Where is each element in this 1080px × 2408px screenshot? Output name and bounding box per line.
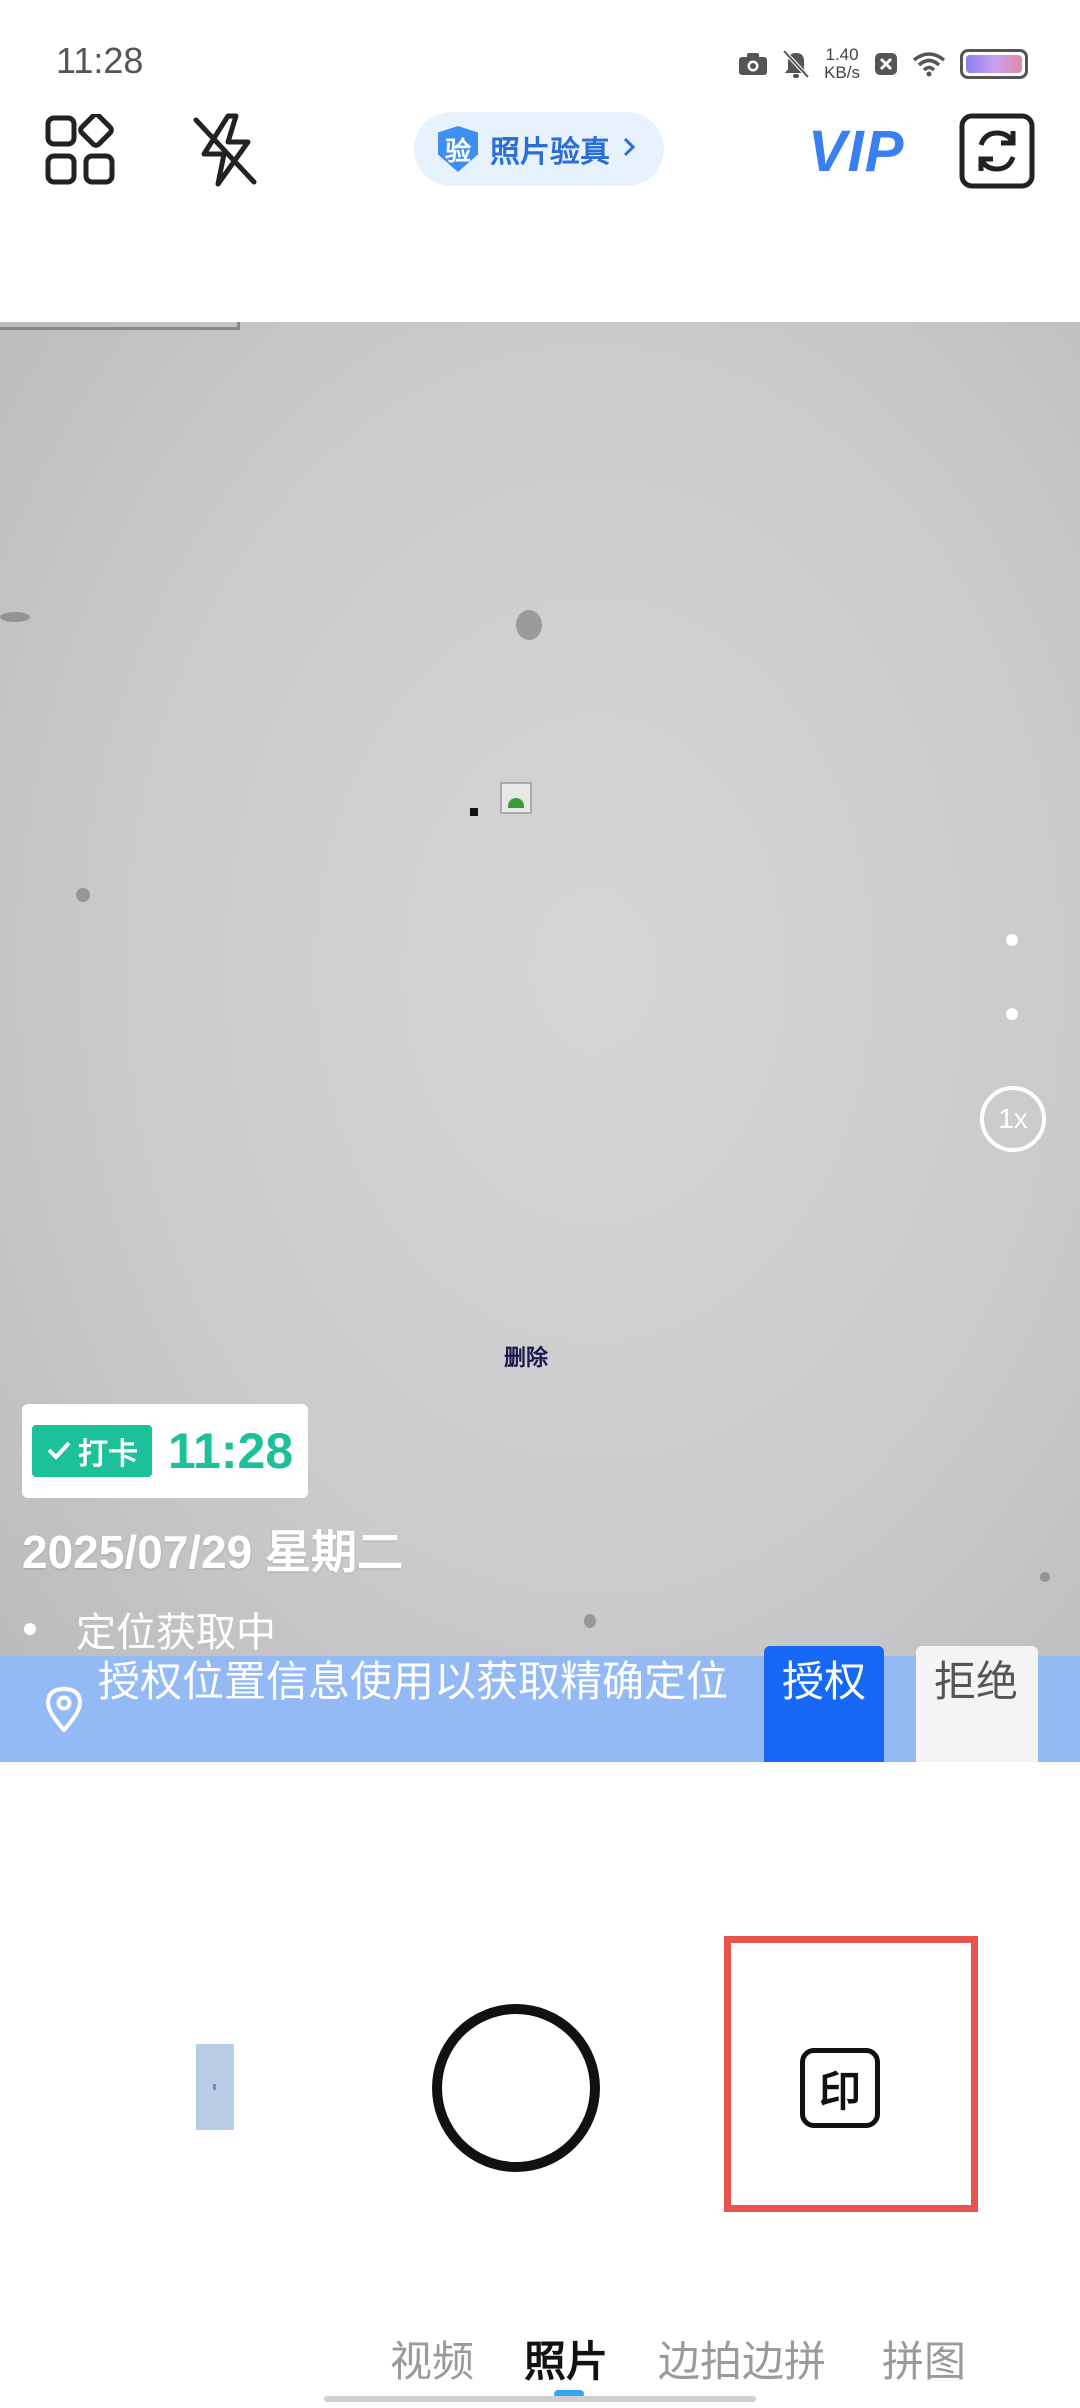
net-speed-unit: KB/s bbox=[824, 63, 860, 82]
wifi-icon bbox=[912, 51, 946, 77]
delete-label[interactable]: 删除 bbox=[504, 1340, 548, 1372]
grid-apps-icon[interactable] bbox=[40, 110, 120, 190]
permission-message: 授权位置信息使用以获取精确定位 bbox=[98, 1657, 729, 1706]
status-icons: 1.40 KB/s bbox=[738, 44, 1028, 84]
preview-speck bbox=[1040, 1572, 1050, 1582]
side-dot[interactable] bbox=[1006, 1008, 1018, 1020]
watermark-time: 11:28 bbox=[168, 1423, 294, 1479]
mute-icon bbox=[782, 49, 810, 79]
mode-tabs: 视频 照片 边拍边拼 拼图 bbox=[0, 2328, 1080, 2388]
chevron-right-icon bbox=[622, 136, 636, 162]
location-pin-icon bbox=[44, 1686, 84, 1736]
watermark-date: 2025/07/29 星期二 bbox=[22, 1526, 404, 1578]
tab-collage[interactable]: 拼图 bbox=[882, 2328, 966, 2389]
preview-speck bbox=[516, 610, 542, 640]
camera-preview[interactable]: 删除 1x 打卡 11:28 2025/07/29 星期二 定位获取中 bbox=[0, 322, 1080, 1762]
watermark-location: 定位获取中 bbox=[22, 1600, 276, 1658]
check-icon bbox=[46, 1434, 72, 1469]
side-dot[interactable] bbox=[1006, 934, 1018, 946]
tab-video[interactable]: 视频 bbox=[390, 2328, 474, 2389]
deny-permission-button[interactable]: 拒绝 bbox=[916, 1646, 1038, 1762]
photo-verify-button[interactable]: 验 照片验真 bbox=[414, 112, 664, 186]
battery-icon bbox=[960, 49, 1028, 79]
checkin-tag: 打卡 bbox=[32, 1425, 152, 1477]
preview-speck bbox=[76, 888, 90, 902]
allow-permission-button[interactable]: 授权 bbox=[764, 1646, 884, 1762]
preview-speck bbox=[0, 612, 30, 622]
broken-image-icon bbox=[500, 782, 532, 814]
watermark-location-text: 定位获取中 bbox=[76, 1610, 276, 1656]
watermark-card[interactable]: 打卡 11:28 bbox=[22, 1404, 308, 1498]
location-bullet bbox=[24, 1623, 36, 1635]
status-bar: 11:28 1.40 KB/s bbox=[0, 0, 1080, 100]
shutter-button[interactable] bbox=[432, 2004, 600, 2172]
camera-icon bbox=[738, 52, 768, 76]
preview-speck bbox=[470, 808, 478, 816]
location-permission-banner: 授权位置信息使用以获取精确定位 授权 拒绝 bbox=[0, 1646, 1080, 1762]
net-speed: 1.40 KB/s bbox=[824, 46, 860, 82]
photo-verify-label: 照片验真 bbox=[490, 135, 610, 170]
close-box-icon bbox=[874, 52, 898, 76]
vip-button[interactable]: VIP bbox=[808, 118, 905, 185]
zoom-button[interactable]: 1x bbox=[980, 1086, 1046, 1152]
preview-speck bbox=[584, 1614, 596, 1628]
tab-shoot-and-stitch[interactable]: 边拍边拼 bbox=[658, 2328, 826, 2389]
gallery-thumbnail[interactable] bbox=[196, 2044, 234, 2130]
top-toolbar: 验 照片验真 VIP bbox=[0, 100, 1080, 210]
net-speed-value: 1.40 bbox=[825, 45, 859, 64]
verify-badge-icon: 验 bbox=[438, 126, 478, 172]
watermark-stamp-button[interactable]: 印 bbox=[800, 2048, 880, 2128]
preview-frame-edge bbox=[0, 322, 240, 330]
flash-off-icon[interactable] bbox=[186, 110, 266, 190]
tab-photo[interactable]: 照片 bbox=[524, 2328, 608, 2389]
camera-switch-icon[interactable] bbox=[958, 112, 1036, 190]
home-indicator[interactable] bbox=[324, 2396, 756, 2402]
status-time: 11:28 bbox=[56, 40, 144, 81]
checkin-tag-label: 打卡 bbox=[78, 1437, 138, 1472]
